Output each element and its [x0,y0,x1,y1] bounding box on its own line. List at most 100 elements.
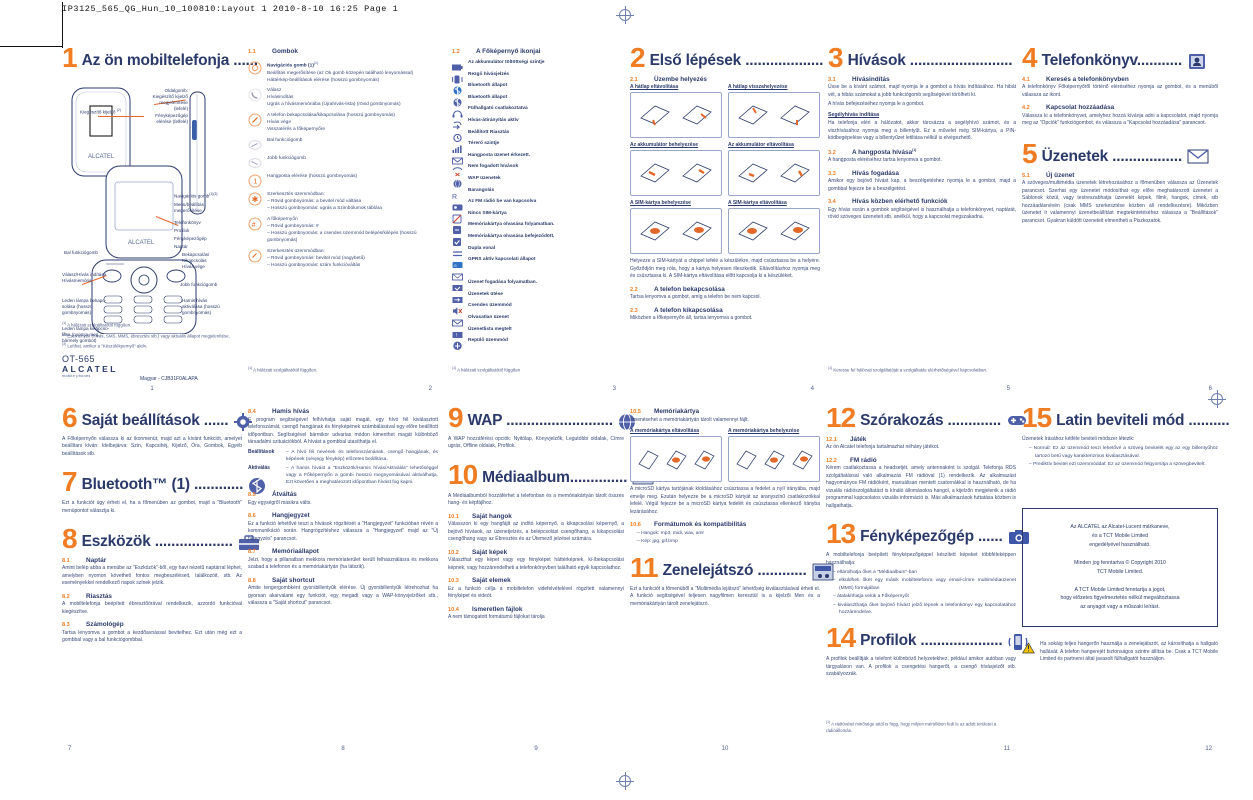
phone-art [780,221,810,241]
voicemail-icon [452,153,463,165]
page-3-footnote: (1) A hálózati szolgáltatótól függően [452,366,521,373]
status-icon-label: Beállított Riasztás [468,129,510,135]
section-8-8: 8.8 Saját shortcut [248,577,438,584]
safety-warning: Ha sokáig teljes hangerőn használja a ze… [1022,641,1218,664]
status-icon-label: Az FM rádió be van kapcsolva [468,199,537,205]
list-item: # A főképernyőn – Rövid gombnyomás: # – … [248,217,438,245]
illustration-box [630,92,722,139]
page-number-1: 1 [150,386,154,392]
list-item: eltárolhatja őket a "Médiaalbum"-ban [833,569,1016,576]
alarm-icon [452,130,463,142]
illustration-box [630,150,722,197]
chapter-6-body: A Főképernyőn válassza ki az ikonmenüt, … [62,435,242,457]
page-10: 10.5 Memóriakártya Irmenésehet a memória… [630,406,834,752]
format-list: Hangok: mp3, midi, wav, amr Kép: jpg, gi… [630,530,820,546]
svg-text:ALCATEL: ALCATEL [88,154,115,160]
page-number-6: 6 [1208,386,1212,392]
section-number: 2.2 [630,286,638,293]
phone-art [640,221,670,241]
key-desc: Szerkesztés üzemmódban: – Rövid gombnyom… [267,192,382,212]
sms-icon [452,269,463,281]
edit-key-icon [248,249,262,263]
list-item: Üzenet fogadása folyamatban. [452,280,622,292]
section-body: E program segítségével felhívhatja saját… [248,416,438,446]
status-icon-label: Fülhallgató csatlakoztatva [468,106,528,112]
chapter-10-heading: 10 Médiaalbum.............. [448,458,654,490]
list-item: Bal funkciógomb [248,138,438,152]
section-number: 8.3 [62,622,70,629]
phone-art [738,105,768,125]
section-number: 2.1 [630,76,638,83]
section-title: Számológép [86,621,124,629]
chapter-3-heading: 3 Hívások ......................... [828,44,1016,72]
chapter-number: 10 [448,458,478,490]
list-item: R Barangolás [452,187,622,201]
section-number: 12.2 [826,457,837,464]
page-12: 15 Latin beviteli mód .......... Üzenete… [1022,404,1230,752]
chapter-9-heading: 9 WAP .......................... [448,402,635,433]
illustration-box [728,436,820,482]
section-3-1: 3.1 Hívásindítás [828,76,1016,83]
section-10-2: 10.2 Saját képek [448,549,624,556]
section-number: 5.1 [1022,172,1030,179]
section-8-2: 8.2 Riasztás [62,593,242,600]
status-icon-label: Térerő szintje [468,141,500,147]
section-title: A Főképernyő ikonjai [476,48,541,55]
page-7: 6 Saját beállítások ...... A Főképernyőn… [62,404,266,752]
illustration-caption: A memóriakártya eltávolítása [630,428,700,434]
chapter-title: Hívások ......................... [847,51,1013,69]
section-10-3: 10.3 Saját elemek [448,577,624,584]
status-icon-label: WAP üzenetek [468,175,501,181]
section-title: A telefon bekapcsolása [654,285,725,293]
chapter-12-heading: 12 Szórakozás ............. [826,404,1026,431]
list-item: Prediktív bevitel eZi üzemmóddal: Ez az … [1029,461,1218,468]
list-item: Repülő üzemmód [452,338,622,351]
page-number-2: 2 [428,386,432,392]
list-item: kiválaszthatja őket bejövő hívást jelző … [833,602,1016,617]
star-key-icon: ✱ [248,192,262,206]
illustration-pair-battery: Az akkumulátor behelyezése Az akkumuláto… [630,142,820,197]
list-item: átalakíthatja velük a Főképernyőt [833,593,1016,600]
chapter-15-body: Üzenetek írásához kétféle beviteli módsz… [1022,435,1135,442]
list-item: Válasz Hívásindítás Ugrás a hívásmemóriá… [248,88,438,109]
chapter-14-heading: 14 Profilok .................... [826,624,1027,652]
section-title: Naptár [86,556,107,564]
key-desc: A főképernyőn – Rövid gombnyomás: # – Ho… [267,217,417,243]
list-item: Szerkesztés üzemmódban: – Rövid gombnyom… [248,249,438,270]
chapter-1-heading: 1 Az ön mobiltelefonja ...... [62,44,258,72]
chapter-11-body: Ezt a funkciót a főmenüből a "Multimédia… [630,585,820,607]
list-item: Beállított Riasztás [452,129,622,142]
status-icon-label: Barangolás [468,187,495,193]
illustration-caption: A SIM-kártya eltávolítása [728,200,787,207]
illustration-caption: Az akkumulátor behelyezése [630,142,699,149]
list-item: Hívás-átirányítás aktív [452,117,622,130]
section-title: Hívás fogadása [852,169,899,177]
voicemail-key-icon: 1 [248,174,262,188]
definition-desc: – A hívó fél nevének és telefonszámának,… [286,449,439,462]
section-12-1: 12.1 Játék [826,436,1016,443]
phone-label-0: Kiegészítő kijelző (2) [80,107,121,115]
list-item: Bluetooth állapot [452,95,622,107]
list-item: Rezgő hívásjelzés [452,72,622,84]
phone-label-10: Válasz/Hívás indítása Hívásmemória [62,271,107,283]
list-item: Kép: jpg, gif,bmp [637,538,820,545]
subsection-title: Segélyhívás indítása [828,112,880,119]
unread-icon [452,315,463,327]
status-icon-label: Hívás-átirányítás aktív [468,117,519,123]
chapter-title: Bluetooth™ (1) ............ [81,476,244,494]
status-icon-label: Nincs SIM-kártya [468,210,507,216]
section-number: 10.6 [630,522,641,528]
chapter-9-body: A WAP hozzáférési opciók: Nyitólap, Köny… [448,435,624,450]
key-desc: Szerkesztés üzemmódban: – Rövid gombnyom… [267,248,365,268]
language-code: Magyar - CJB31F0ALAPA [140,376,198,382]
section-number: 8.8 [248,577,256,584]
section-2-3: 2.3 A telefon kikapcsolása [630,307,820,314]
list-item: WAP üzenetek [452,175,622,189]
list-item: Normál: Ez az üzemmód teszi lehetővé a s… [1029,445,1218,460]
chapter-number: 9 [448,402,464,433]
status-icon-label: Dupla vonal [468,245,496,251]
page-6: 4 Telefonkönyv........... 4.1 Keresés a … [1022,44,1218,392]
chapter-11-heading: 11 Zenelejátszó ............ [630,553,834,581]
svg-text:ALCATEL: ALCATEL [128,240,155,246]
silent-icon [452,303,463,316]
